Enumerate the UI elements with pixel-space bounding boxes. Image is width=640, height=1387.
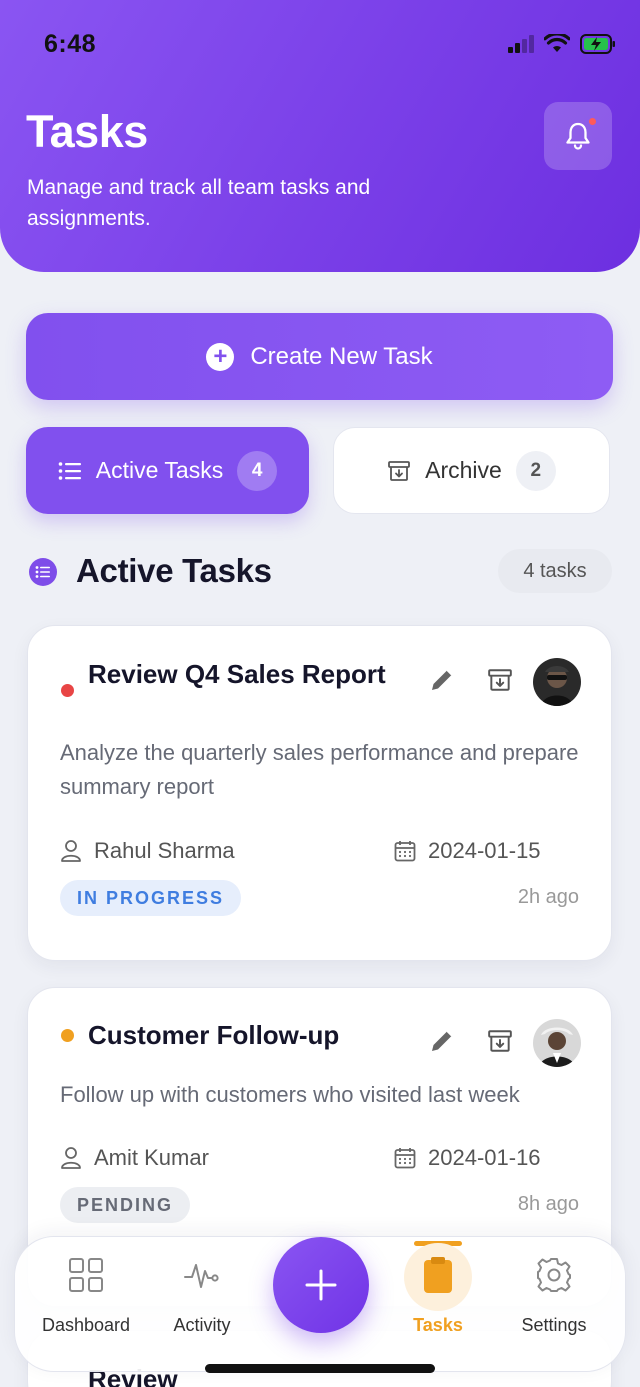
tab-activity-label: Activity: [173, 1315, 231, 1335]
status-bar: 6:48: [0, 0, 640, 92]
grid-icon: [64, 1253, 108, 1297]
priority-dot: [61, 1029, 74, 1042]
section-title: Active Tasks: [76, 552, 272, 589]
archive-icon: [488, 1030, 512, 1052]
assignee: Rahul Sharma: [60, 838, 235, 864]
calendar-icon: [394, 841, 416, 862]
bell-icon: [566, 122, 590, 150]
assignee-avatar: [533, 1019, 581, 1067]
clipboard-icon: [416, 1253, 460, 1297]
list-icon: [58, 461, 81, 480]
tab-tasks-label: Tasks: [413, 1315, 463, 1335]
assignee-name: Amit Kumar: [94, 1145, 209, 1170]
edit-button[interactable]: [424, 1023, 460, 1059]
person-icon: [61, 1147, 81, 1169]
page-title: Tasks: [26, 106, 148, 157]
tab-active-label: Active Tasks: [95, 457, 224, 483]
bottom-tab-bar: Dashboard Activity Tasks Settings: [14, 1236, 626, 1372]
section-list-icon: [29, 558, 57, 586]
status-icons: [508, 34, 616, 54]
home-indicator: [205, 1364, 435, 1373]
archive-count-badge: 2: [515, 450, 556, 491]
pulse-icon: [180, 1253, 224, 1297]
tab-activity[interactable]: Activity: [142, 1237, 262, 1373]
person-icon: [61, 840, 81, 862]
create-task-button[interactable]: + Create New Task: [26, 313, 613, 400]
wifi-icon: [544, 34, 570, 52]
pencil-icon: [432, 1031, 452, 1051]
archive-icon: [388, 460, 411, 481]
task-description: Analyze the quarterly sales performance …: [60, 740, 579, 799]
plus-icon: [305, 1269, 337, 1301]
plus-circle-icon: +: [206, 342, 235, 371]
task-title: Customer Follow-up: [88, 1020, 340, 1050]
tab-active-tasks[interactable]: Active Tasks 4: [26, 427, 309, 514]
assignee-name: Rahul Sharma: [94, 838, 235, 863]
tab-archive-label: Archive: [425, 457, 502, 483]
archive-task-button[interactable]: [482, 662, 518, 698]
signal-icon: [508, 35, 534, 53]
priority-dot: [61, 684, 74, 697]
calendar-icon: [394, 1148, 416, 1169]
task-count-badge: 4 tasks: [498, 549, 612, 593]
time-ago: 8h ago: [517, 1193, 579, 1215]
due-date: 2024-01-16: [394, 1145, 541, 1171]
tab-settings[interactable]: Settings: [494, 1237, 614, 1373]
due-date-value: 2024-01-15: [428, 838, 541, 863]
tab-settings-label: Settings: [521, 1315, 587, 1335]
task-description: Follow up with customers who visited las…: [60, 1082, 520, 1107]
archive-task-button[interactable]: [482, 1023, 518, 1059]
add-task-fab[interactable]: [273, 1237, 369, 1333]
active-count-badge: 4: [237, 450, 278, 491]
task-card[interactable]: Review Q4 Sales Report Analyze the quart…: [27, 625, 612, 961]
tab-dashboard[interactable]: Dashboard: [26, 1237, 146, 1373]
status-badge: IN PROGRESS: [60, 880, 242, 916]
tab-dashboard-label: Dashboard: [41, 1315, 131, 1335]
time-ago: 2h ago: [517, 886, 579, 908]
tab-tasks[interactable]: Tasks: [378, 1237, 498, 1373]
page-subtitle: Manage and track all team tasks and assi…: [27, 176, 371, 230]
archive-icon: [488, 669, 512, 691]
pencil-icon: [432, 670, 452, 690]
assignee-avatar: [533, 658, 581, 706]
create-task-label: Create New Task: [250, 342, 433, 370]
notification-dot: [589, 118, 596, 125]
assignee: Amit Kumar: [60, 1145, 209, 1171]
battery-icon: [580, 34, 615, 54]
gear-icon: [532, 1253, 576, 1297]
notifications-button[interactable]: [544, 102, 612, 170]
edit-button[interactable]: [424, 662, 460, 698]
status-time: 6:48: [44, 30, 97, 58]
due-date-value: 2024-01-16: [428, 1145, 541, 1170]
tab-archive[interactable]: Archive 2: [333, 427, 610, 514]
due-date: 2024-01-15: [394, 838, 541, 864]
status-badge: PENDING: [60, 1187, 191, 1223]
task-title: Review Q4 Sales Report: [88, 659, 386, 689]
